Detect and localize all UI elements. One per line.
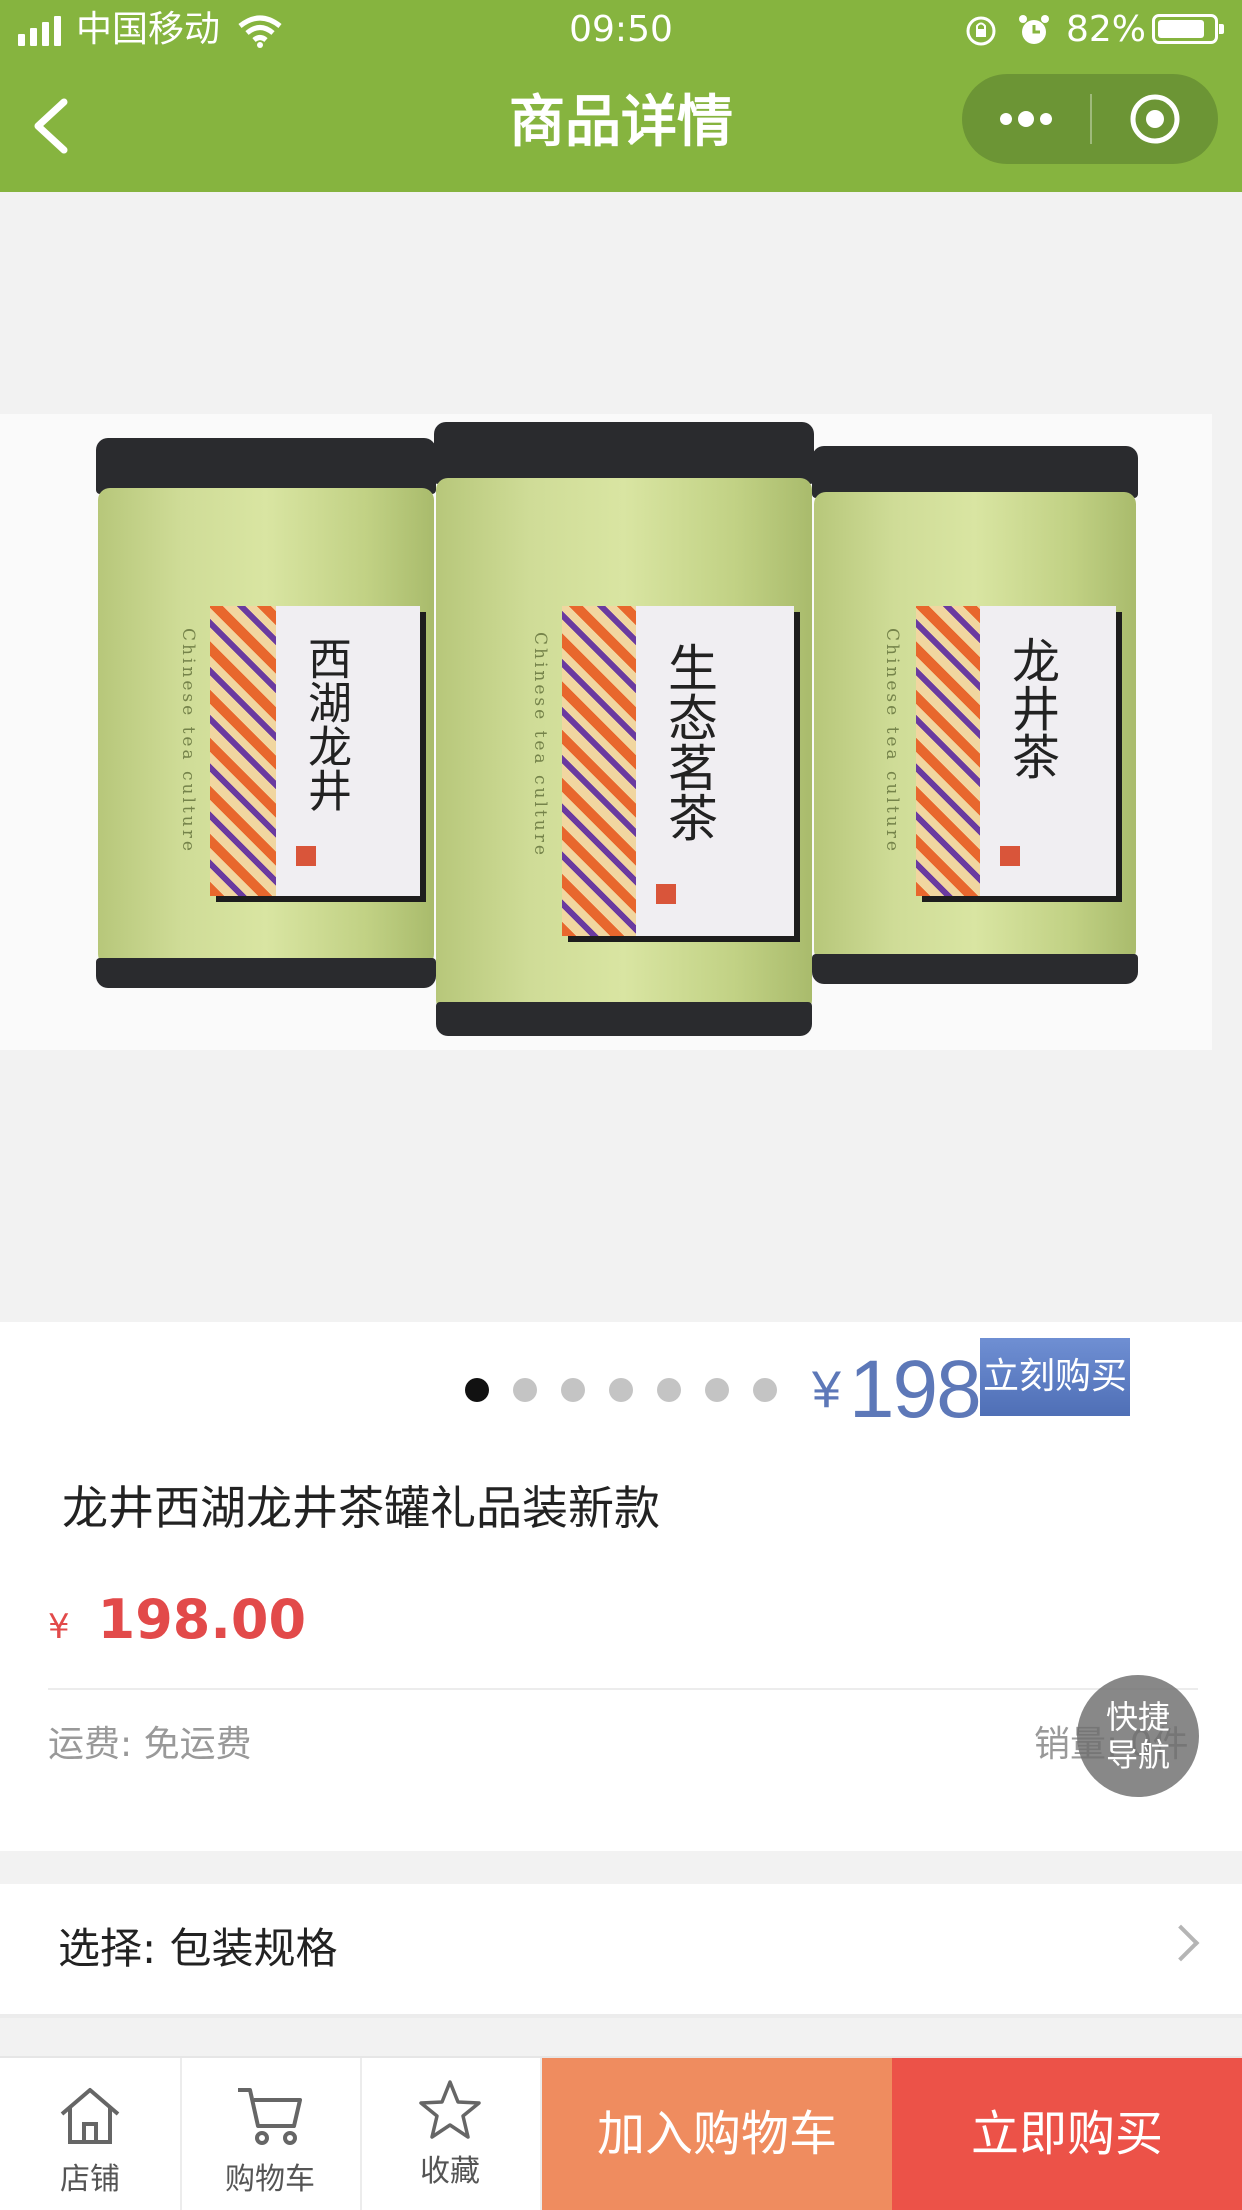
buy-now-button[interactable]: 立即购买 [892, 2058, 1242, 2210]
quick-nav-label: 快捷导航 [1105, 1698, 1170, 1774]
add-to-cart-button[interactable]: 加入购物车 [542, 2058, 892, 2210]
favorite-tab-label: 收藏 [420, 2154, 480, 2189]
carousel-dot[interactable] [561, 1378, 585, 1402]
carousel-dot[interactable] [705, 1378, 729, 1402]
product-photo: Chinese tea culture 西湖龙井 Chinese tea cul… [0, 414, 1212, 1050]
status-time: 09:50 [569, 9, 673, 50]
can-label: 西湖龙井 [300, 636, 351, 812]
tea-can-left: Chinese tea culture 西湖龙井 [96, 438, 436, 998]
shipping-fee: 运费: 免运费 [48, 1724, 252, 1765]
can-label: 生态茗茶 [660, 642, 718, 842]
can-subtitle: Chinese tea culture [530, 632, 550, 858]
top-bar: 中国移动 09:50 82% 商品详情 [0, 0, 1242, 192]
product-price: ¥198.00 [48, 1588, 306, 1659]
cart-tab[interactable]: 购物车 [180, 2058, 362, 2210]
cart-icon [238, 2088, 302, 2145]
favorite-tab[interactable]: 收藏 [360, 2058, 542, 2210]
can-label: 龙井茶 [1003, 636, 1059, 780]
home-icon [60, 2088, 120, 2144]
store-tab-label: 店铺 [60, 2162, 120, 2197]
price-currency: ¥ [48, 1607, 70, 1647]
product-image-carousel[interactable]: Chinese tea culture 西湖龙井 Chinese tea cul… [0, 192, 1242, 1322]
product-title: 龙井西湖龙井茶罐礼品装新款 [62, 1481, 660, 1535]
carousel-dot[interactable] [657, 1378, 681, 1402]
can-subtitle: Chinese tea culture [882, 628, 902, 854]
battery-icon [1152, 14, 1224, 44]
promo-buy-badge: 立刻购买 [980, 1338, 1130, 1416]
promo-yen-symbol: ¥ [812, 1361, 841, 1419]
tea-can-center: Chinese tea culture 生态茗茶 [434, 422, 814, 1042]
can-subtitle: Chinese tea culture [178, 628, 198, 854]
promo-price: ¥198 [812, 1342, 982, 1438]
spec-selector-row[interactable]: 选择: 包装规格 [0, 1884, 1242, 2018]
alarm-icon [1019, 15, 1049, 44]
carousel-dot[interactable] [609, 1378, 633, 1402]
bottom-action-bar: 店铺 购物车 收藏 加入购物车 立即购买 [0, 2056, 1242, 2210]
star-icon [419, 2080, 481, 2139]
carousel-dot[interactable] [465, 1378, 489, 1402]
price-value: 198.00 [97, 1588, 307, 1651]
carousel-dot[interactable] [513, 1378, 537, 1402]
more-button[interactable] [962, 74, 1090, 164]
chevron-right-icon [1162, 1924, 1200, 1962]
spec-selector-label: 选择: 包装规格 [58, 1924, 338, 1973]
target-circle-icon [1130, 94, 1180, 144]
more-dots-icon [1000, 111, 1052, 127]
carousel-dot[interactable] [753, 1378, 777, 1402]
battery-percent: 82% [1066, 9, 1147, 50]
divider [48, 1688, 1198, 1690]
close-miniprogram-button[interactable] [1092, 74, 1218, 164]
tea-can-right: Chinese tea culture 龙井茶 [812, 446, 1138, 996]
store-tab[interactable]: 店铺 [0, 2058, 182, 2210]
product-info: 龙井西湖龙井茶罐礼品装新款 ¥198.00 运费: 免运费 销量: 0件 [0, 1448, 1242, 1851]
miniprogram-capsule [962, 74, 1218, 164]
cart-tab-label: 购物车 [225, 2162, 315, 2197]
carousel-strip: ¥198 立刻购买 [0, 1322, 1242, 1448]
promo-price-value: 198 [848, 1344, 982, 1435]
rotation-lock-icon [966, 16, 996, 46]
quick-nav-button[interactable]: 快捷导航 [1077, 1675, 1199, 1797]
